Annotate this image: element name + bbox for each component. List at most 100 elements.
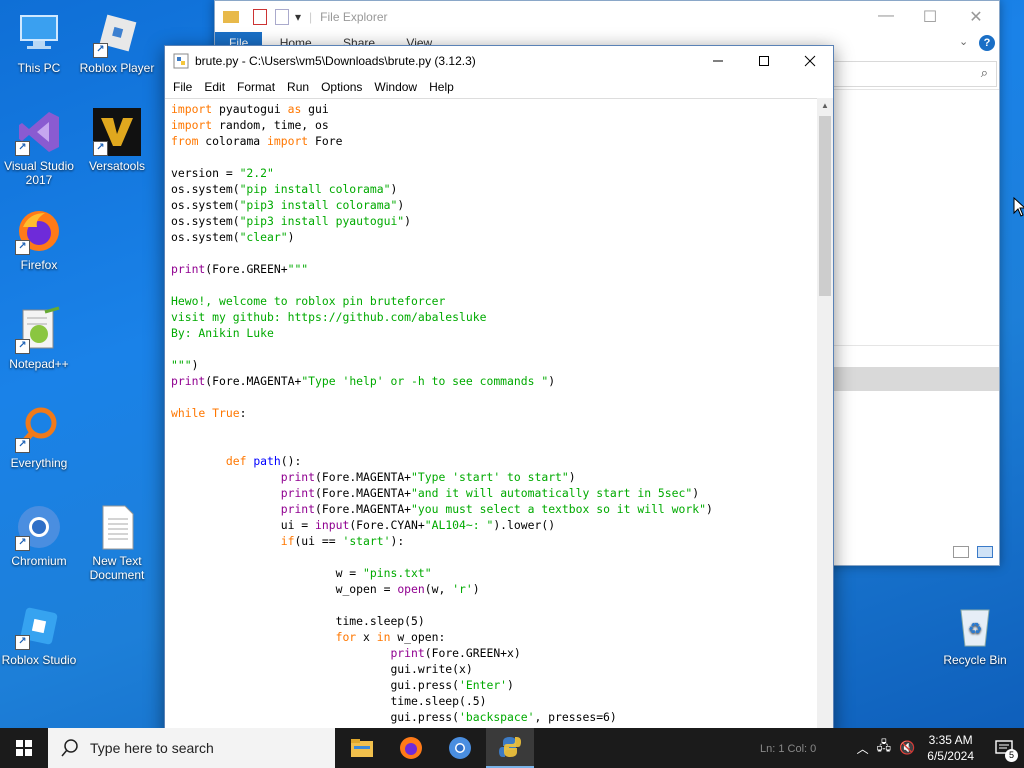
text-file-icon [93, 503, 141, 551]
firefox-icon [400, 737, 422, 759]
desktop-icon-label: Visual Studio 2017 [4, 159, 74, 187]
menu-options[interactable]: Options [315, 77, 368, 97]
svg-text:♻: ♻ [968, 619, 982, 638]
recycle-bin-icon: ♻ [951, 602, 999, 650]
vertical-scrollbar[interactable]: ▲ [817, 98, 833, 736]
shortcut-arrow-icon: ↗ [15, 141, 30, 156]
menu-file[interactable]: File [167, 77, 198, 97]
taskbar-file-explorer[interactable] [338, 728, 386, 768]
shortcut-arrow-icon: ↗ [15, 438, 30, 453]
expand-ribbon-icon[interactable]: ⌄ [959, 35, 968, 48]
desktop-icon-new-text-document[interactable]: New Text Document [78, 503, 156, 582]
visual-studio-icon: ↗ [15, 108, 63, 156]
clock-date: 6/5/2024 [927, 749, 974, 763]
minimize-button[interactable]: — [871, 7, 901, 25]
taskbar: Type here to search ︿ 🖧 🔇 3:35 AM 6/5/20… [0, 728, 1024, 768]
desktop-icon-label: This PC [17, 61, 61, 75]
taskbar-chromium[interactable] [436, 728, 484, 768]
desktop-icon-roblox-studio[interactable]: ↗ Roblox Studio [0, 602, 78, 667]
menu-window[interactable]: Window [368, 77, 423, 97]
minimize-button[interactable] [695, 46, 741, 76]
code-text[interactable]: import pyautogui as gui import random, t… [165, 99, 817, 725]
computer-icon [15, 10, 63, 58]
shortcut-arrow-icon: ↗ [93, 141, 108, 156]
desktop-icon-label: Recycle Bin [943, 653, 1007, 667]
clock-time: 3:35 AM [928, 733, 973, 747]
volume-muted-icon[interactable]: 🔇 [899, 740, 915, 756]
details-view-icon[interactable] [953, 546, 969, 558]
shortcut-arrow-icon: ↗ [15, 240, 30, 255]
desktop-icon-label: Firefox [20, 258, 58, 272]
magnifier-icon: ↗ [15, 405, 63, 453]
taskbar-search-box[interactable]: Type here to search [48, 728, 335, 768]
desktop-icon-label: Roblox Player [79, 61, 155, 75]
divider: | [309, 9, 313, 24]
maximize-button[interactable]: ☐ [915, 7, 945, 27]
chromium-icon: ↗ [15, 503, 63, 551]
search-placeholder: Type here to search [90, 740, 214, 756]
desktop-icon-recycle-bin[interactable]: ♻ Recycle Bin [936, 602, 1014, 667]
idle-title: brute.py - C:\Users\vm5\Downloads\brute.… [195, 54, 476, 68]
selected-row-highlight[interactable] [833, 367, 999, 391]
chromium-icon [449, 737, 471, 759]
shortcut-arrow-icon: ↗ [15, 635, 30, 650]
menu-format[interactable]: Format [231, 77, 281, 97]
clock[interactable]: 3:35 AM 6/5/2024 [927, 732, 974, 764]
maximize-button[interactable] [741, 46, 787, 76]
folder-icon [223, 10, 239, 23]
menu-help[interactable]: Help [423, 77, 460, 97]
desktop-icon-notepadpp[interactable]: ↗ Notepad++ [0, 306, 78, 371]
desktop-icon-label: Everything [10, 456, 68, 470]
menu-bar: File Edit Format Run Options Window Help [165, 76, 833, 98]
desktop-icon-roblox-player[interactable]: ↗ Roblox Player [78, 10, 156, 75]
desktop-icon-visual-studio[interactable]: ↗ Visual Studio 2017 [0, 108, 78, 187]
minimize-icon [713, 60, 723, 62]
quick-access-dropdown-icon[interactable]: ▾ [295, 10, 301, 24]
large-icons-view-icon[interactable] [977, 546, 993, 558]
close-icon [804, 55, 816, 67]
notification-center-button[interactable]: 5 [984, 728, 1024, 768]
desktop-icon-firefox[interactable]: ↗ Firefox [0, 207, 78, 272]
desktop-icon-label: Chromium [11, 554, 67, 568]
nav-divider [833, 89, 999, 90]
desktop-icon-label: Versatools [88, 159, 146, 173]
desktop-icon-chromium[interactable]: ↗ Chromium [0, 503, 78, 568]
help-icon[interactable]: ? [979, 35, 995, 51]
properties-icon[interactable] [253, 8, 267, 25]
network-icon[interactable]: 🖧 [877, 737, 892, 759]
menu-run[interactable]: Run [281, 77, 315, 97]
desktop-icon-label: Notepad++ [9, 357, 69, 371]
scroll-up-icon[interactable]: ▲ [817, 98, 833, 114]
maximize-icon [759, 56, 769, 66]
show-hidden-icons-icon[interactable]: ︿ [857, 740, 869, 757]
search-box[interactable]: ⌕ [833, 61, 997, 87]
scroll-thumb[interactable] [819, 116, 831, 296]
explorer-title: File Explorer [320, 9, 388, 24]
idle-editor-window[interactable]: brute.py - C:\Users\vm5\Downloads\brute.… [164, 45, 834, 737]
roblox-icon: ↗ [93, 10, 141, 58]
menu-edit[interactable]: Edit [198, 77, 231, 97]
close-button[interactable]: ✕ [961, 7, 991, 27]
desktop-icon-versatools[interactable]: ↗ Versatools [78, 108, 156, 173]
windows-logo-icon [16, 740, 32, 756]
desktop-icon-label: Roblox Studio [1, 653, 77, 667]
system-tray: ︿ 🖧 🔇 3:35 AM 6/5/2024 5 [857, 728, 1024, 768]
notepadpp-icon: ↗ [15, 306, 63, 354]
python-icon [499, 737, 521, 757]
search-icon: ⌕ [980, 65, 988, 80]
taskbar-python-idle[interactable] [486, 728, 534, 768]
status-divider [833, 345, 999, 346]
shortcut-arrow-icon: ↗ [15, 536, 30, 551]
notification-count-badge: 5 [1005, 749, 1018, 762]
desktop-icon-label: New Text Document [89, 554, 145, 582]
desktop-icon-this-pc[interactable]: This PC [0, 10, 78, 75]
versatools-icon: ↗ [93, 108, 141, 156]
shortcut-arrow-icon: ↗ [93, 43, 108, 58]
roblox-studio-icon: ↗ [15, 602, 63, 650]
taskbar-firefox[interactable] [387, 728, 435, 768]
start-button[interactable] [0, 728, 48, 768]
code-editor[interactable]: import pyautogui as gui import random, t… [165, 98, 817, 736]
desktop-icon-everything[interactable]: ↗ Everything [0, 405, 78, 470]
close-button[interactable] [787, 46, 833, 76]
new-folder-icon[interactable] [275, 8, 289, 25]
